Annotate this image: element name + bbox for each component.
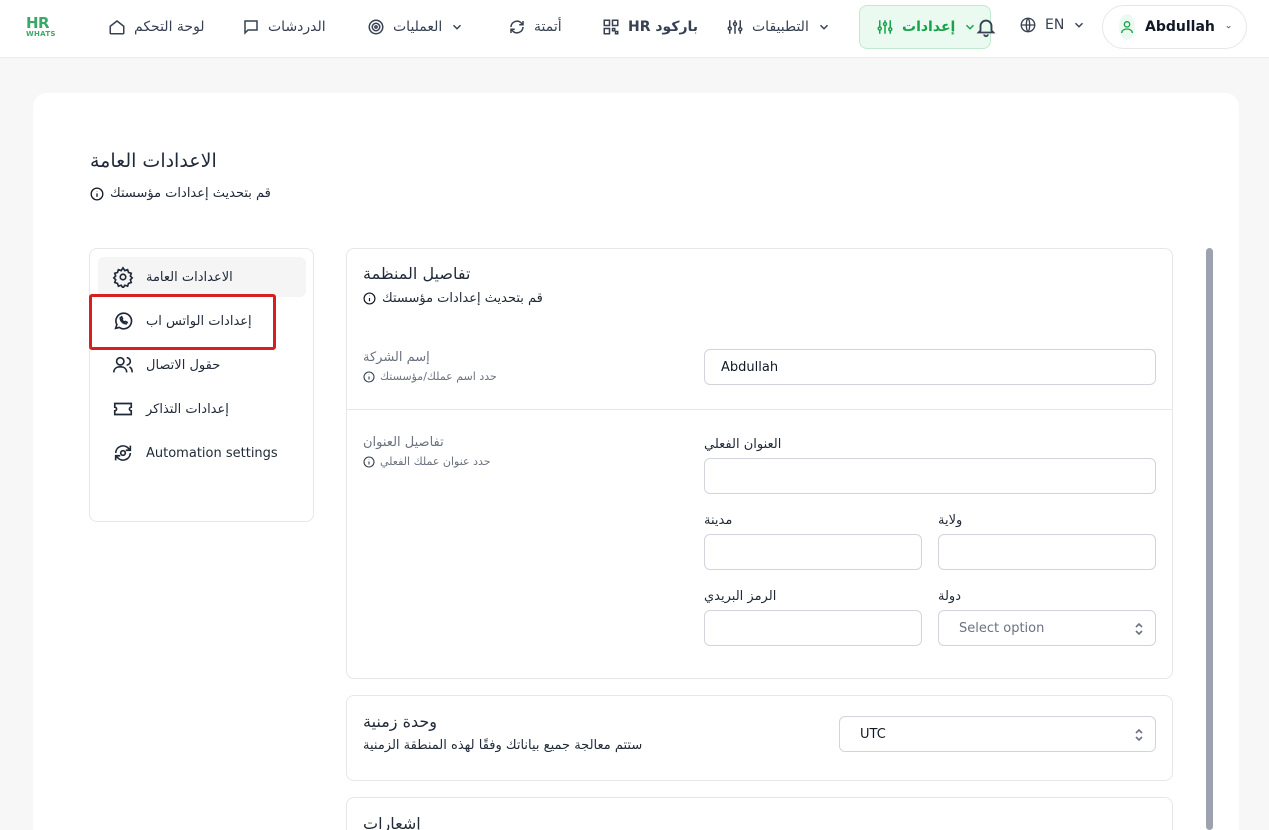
automation-icon: [114, 445, 132, 461]
sidebar-item-automation[interactable]: Automation settings: [98, 433, 306, 473]
notifications-title: إشعارات: [363, 814, 421, 830]
avatar: [1119, 14, 1135, 40]
sliders-icon: [727, 20, 743, 34]
nav-barcode-label: HR باركود: [628, 19, 699, 35]
info-icon: [363, 370, 375, 383]
page-title: الاعدادات العامة: [90, 150, 217, 172]
bell-icon: [976, 19, 996, 38]
city-input[interactable]: [704, 534, 922, 570]
timezone-title: وحدة زمنية: [363, 712, 438, 731]
qr-code-icon: [603, 19, 619, 35]
ticket-icon: [113, 402, 133, 416]
nav-operations-label: العمليات: [393, 19, 443, 35]
timezone-subtitle: ستتم معالجة جميع بياناتك وفقًا لهذه المن…: [363, 738, 643, 753]
sliders-icon: [877, 20, 893, 34]
sidebar-item-general[interactable]: الاعدادات العامة: [98, 257, 306, 297]
highlight-box: [89, 294, 276, 350]
gear-icon: [112, 266, 134, 288]
nav-chats[interactable]: الدردشات: [242, 14, 326, 40]
logo-text-bottom: WHATS: [26, 30, 56, 38]
address-details-label: تفاصيل العنوان: [363, 435, 444, 450]
org-subtitle: قم بتحديث إعدادات مؤسستك: [363, 291, 543, 306]
org-title: تفاصيل المنظمة: [363, 264, 471, 283]
select-arrows-icon: [1135, 728, 1143, 742]
nav-settings[interactable]: إعدادات: [859, 5, 991, 49]
timezone-select[interactable]: UTC: [839, 716, 1156, 752]
address-details-hint-text: حدد عنوان عملك الفعلي: [380, 455, 491, 468]
notifications-button[interactable]: [975, 16, 997, 42]
info-icon: [363, 292, 376, 305]
nav-automation[interactable]: أتمتة: [508, 14, 562, 40]
info-icon: [90, 187, 104, 200]
country-label: دولة: [938, 589, 961, 604]
globe-icon: [1020, 17, 1036, 33]
sidebar-item-label: إعدادات التذاكر: [146, 401, 229, 417]
address-details-hint: حدد عنوان عملك الفعلي: [363, 455, 491, 468]
divider: [347, 409, 1172, 410]
chevron-down-icon: [819, 24, 828, 30]
sidebar-item-contact-fields[interactable]: حقول الاتصال: [98, 345, 306, 385]
nav-dashboard[interactable]: لوحة التحكم: [108, 14, 205, 40]
company-name-label: إسم الشركة: [363, 350, 430, 365]
org-subtitle-text: قم بتحديث إعدادات مؤسستك: [382, 291, 543, 306]
country-select[interactable]: Select option: [938, 610, 1156, 646]
company-name-input[interactable]: Abdullah: [704, 349, 1156, 385]
nav-chats-label: الدردشات: [268, 19, 326, 35]
nav-operations[interactable]: العمليات: [367, 14, 464, 40]
scrollbar[interactable]: [1206, 248, 1213, 830]
city-label: مدينة: [704, 513, 733, 528]
select-arrows-icon: [1135, 622, 1143, 636]
user-name: Abdullah: [1145, 19, 1215, 35]
chevron-down-icon: [1226, 25, 1231, 29]
street-address-input[interactable]: [704, 458, 1156, 494]
country-select-value: Select option: [959, 620, 1045, 636]
notifications-panel: [346, 797, 1173, 830]
sidebar-item-label: Automation settings: [146, 445, 278, 461]
state-input[interactable]: [938, 534, 1156, 570]
nav-dashboard-label: لوحة التحكم: [134, 19, 205, 35]
company-name-hint-text: حدد اسم عملك/مؤسستك: [380, 370, 497, 383]
settings-sidebar: الاعدادات العامة إعدادات الواتس اب حقول …: [89, 248, 314, 522]
timezone-select-value: UTC: [860, 726, 886, 742]
language-label: EN: [1045, 17, 1065, 33]
chat-icon: [244, 20, 258, 35]
users-icon: [113, 356, 133, 373]
automation-icon: [510, 20, 524, 34]
nav-automation-label: أتمتة: [534, 19, 562, 35]
page-subtitle: قم بتحديث إعدادات مؤسستك: [90, 186, 271, 201]
state-label: ولاية: [938, 513, 963, 528]
hrwhats-logo[interactable]: HR WHATS: [26, 14, 60, 42]
sidebar-item-tickets[interactable]: إعدادات التذاكر: [98, 389, 306, 429]
chevron-down-icon: [453, 24, 462, 30]
zip-code-label: الرمز البريدي: [704, 589, 777, 604]
chevron-down-icon: [1075, 22, 1084, 28]
page-subtitle-text: قم بتحديث إعدادات مؤسستك: [110, 186, 271, 201]
nav-apps[interactable]: التطبيقات: [726, 14, 831, 40]
target-icon: [368, 19, 384, 35]
top-navigation-bar: HR WHATS لوحة التحكم الدردشات العمليات أ…: [0, 0, 1269, 58]
user-menu[interactable]: Abdullah: [1102, 5, 1247, 49]
info-icon: [363, 455, 375, 468]
street-address-label: العنوان الفعلي: [704, 437, 782, 452]
language-selector[interactable]: EN: [1019, 16, 1086, 34]
nav-settings-label: إعدادات: [902, 19, 956, 35]
zip-code-input[interactable]: [704, 610, 922, 646]
nav-barcode[interactable]: HR باركود: [602, 14, 698, 40]
nav-apps-label: التطبيقات: [752, 19, 809, 35]
sidebar-item-label: الاعدادات العامة: [146, 269, 233, 285]
home-icon: [109, 20, 125, 35]
sidebar-item-label: حقول الاتصال: [146, 357, 221, 373]
user-icon: [1121, 21, 1133, 34]
company-name-hint: حدد اسم عملك/مؤسستك: [363, 370, 497, 383]
